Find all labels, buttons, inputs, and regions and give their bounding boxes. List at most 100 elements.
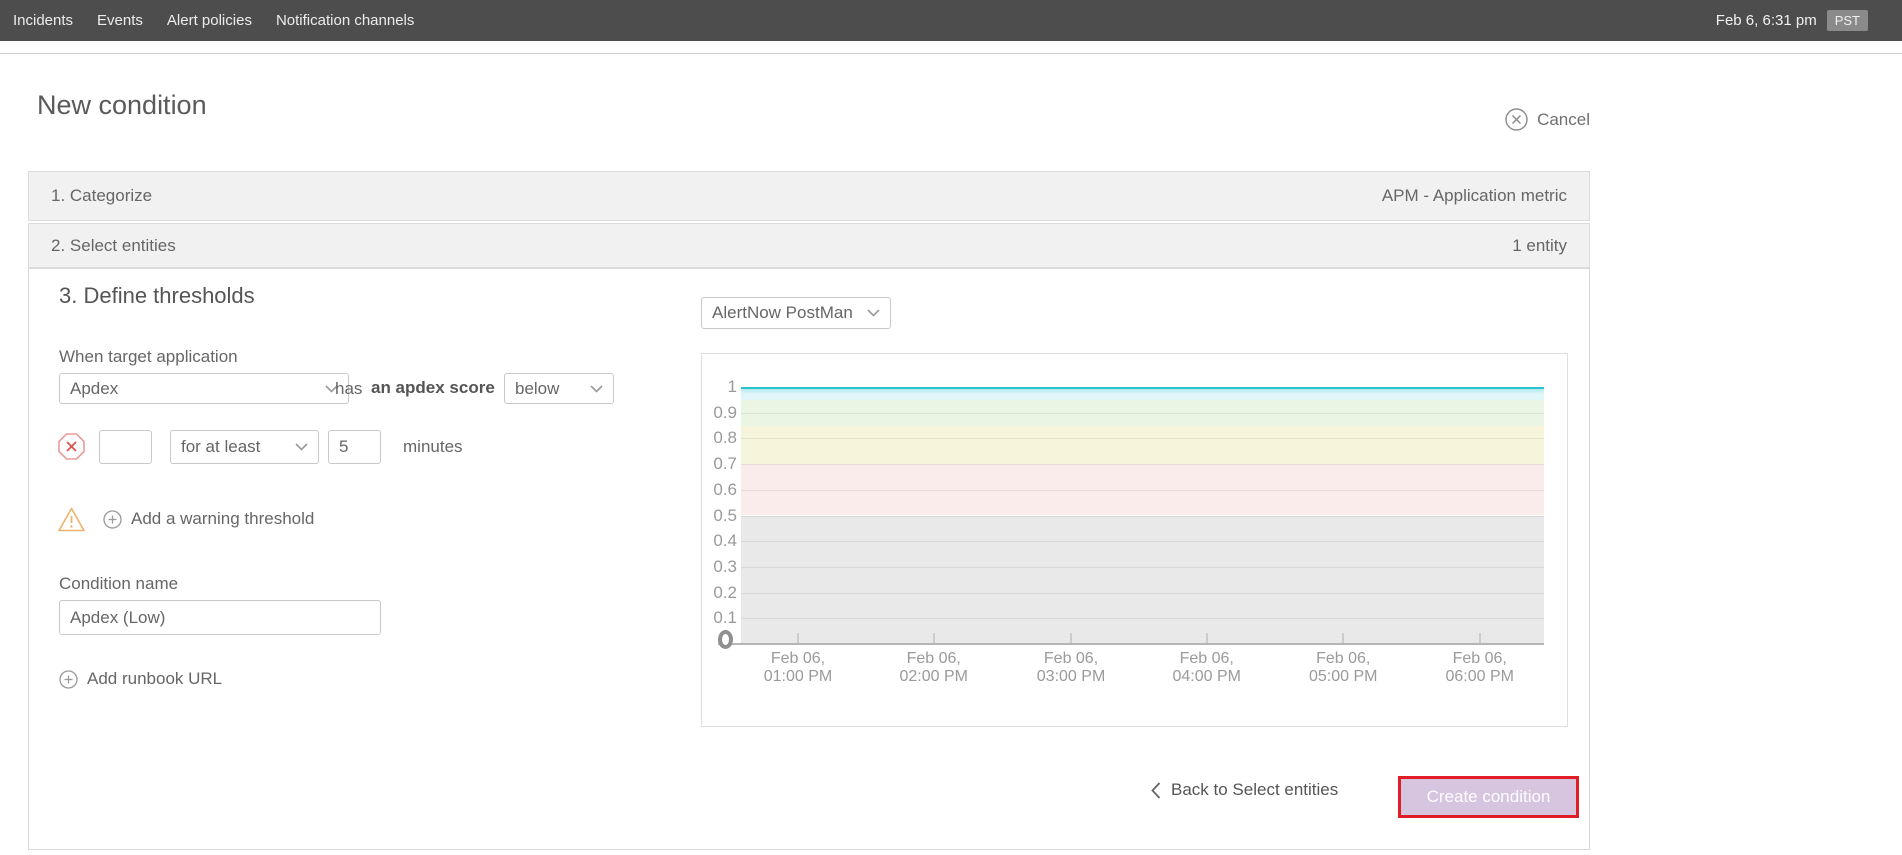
chevron-down-icon bbox=[295, 443, 308, 451]
grid-line bbox=[741, 413, 1544, 414]
section-heading: 3. Define thresholds bbox=[59, 283, 255, 309]
cancel-label: Cancel bbox=[1537, 110, 1590, 130]
entity-select-value: AlertNow PostMan bbox=[712, 303, 853, 323]
nav-item-alert-policies[interactable]: Alert policies bbox=[167, 12, 252, 29]
target-application-label: When target application bbox=[59, 347, 238, 367]
x-tick-label-line: Feb 06, bbox=[743, 650, 853, 668]
plus-circle-icon bbox=[103, 510, 122, 529]
x-tick-label: Feb 06,03:00 PM bbox=[1016, 650, 1126, 686]
y-tick-label: 0.9 bbox=[702, 403, 737, 423]
apdex-score-label: an apdex score bbox=[371, 378, 495, 398]
define-thresholds-panel: 3. Define thresholds When target applica… bbox=[28, 268, 1590, 850]
add-runbook-url-label: Add runbook URL bbox=[87, 669, 222, 689]
y-tick-label: 0.7 bbox=[702, 454, 737, 474]
nav-clock: Feb 6, 6:31 pm PST bbox=[1716, 10, 1868, 31]
condition-name-input[interactable] bbox=[59, 600, 381, 635]
grid-line bbox=[741, 618, 1544, 619]
back-to-select-entities-link[interactable]: Back to Select entities bbox=[1151, 780, 1338, 800]
x-tick-label: Feb 06,01:00 PM bbox=[743, 650, 853, 686]
step-select-entities-value: 1 entity bbox=[1512, 236, 1567, 256]
x-tick-label-line: 01:00 PM bbox=[743, 668, 853, 686]
add-warning-threshold-button[interactable]: Add a warning threshold bbox=[103, 509, 314, 529]
x-tick-label-line: 05:00 PM bbox=[1288, 668, 1398, 686]
current-time: Feb 6, 6:31 pm bbox=[1716, 12, 1817, 29]
threshold-band bbox=[741, 426, 1544, 465]
y-tick-label: 0.3 bbox=[702, 557, 737, 577]
plot-area bbox=[741, 387, 1544, 644]
step-select-entities[interactable]: 2. Select entities 1 entity bbox=[28, 223, 1590, 268]
x-tick-label-line: Feb 06, bbox=[1152, 650, 1262, 668]
grid-line bbox=[741, 464, 1544, 465]
x-tick-label: Feb 06,02:00 PM bbox=[879, 650, 989, 686]
top-navbar: Incidents Events Alert policies Notifica… bbox=[0, 0, 1902, 41]
entity-select[interactable]: AlertNow PostMan bbox=[701, 297, 891, 329]
step-categorize-label: 1. Categorize bbox=[51, 186, 152, 206]
create-condition-button[interactable]: Create condition bbox=[1401, 779, 1576, 815]
plus-circle-icon bbox=[59, 670, 78, 689]
condition-name-label: Condition name bbox=[59, 574, 178, 594]
close-circle-icon bbox=[1505, 108, 1528, 131]
create-condition-highlight: Create condition bbox=[1398, 776, 1579, 818]
x-tick-label: Feb 06,05:00 PM bbox=[1288, 650, 1398, 686]
x-tick-mark bbox=[1479, 633, 1481, 643]
has-label: has bbox=[335, 379, 362, 399]
grid-line bbox=[741, 593, 1544, 594]
x-axis-line bbox=[718, 643, 1544, 645]
x-tick-mark bbox=[933, 633, 935, 643]
x-tick-label-line: 03:00 PM bbox=[1016, 668, 1126, 686]
chevron-down-icon bbox=[867, 309, 880, 317]
x-tick-label-line: 04:00 PM bbox=[1152, 668, 1262, 686]
grid-line bbox=[741, 516, 1544, 517]
duration-minutes-input[interactable] bbox=[328, 430, 381, 464]
main-content: New condition Cancel 1. Categorize APM -… bbox=[28, 54, 1590, 855]
duration-operator-select[interactable]: for at least bbox=[170, 430, 319, 464]
y-tick-label: 0.1 bbox=[702, 608, 737, 628]
page-title: New condition bbox=[37, 90, 207, 121]
critical-threshold-value-input[interactable] bbox=[99, 430, 152, 464]
x-tick-mark bbox=[1070, 633, 1072, 643]
minutes-label: minutes bbox=[403, 437, 463, 457]
nav-item-incidents[interactable]: Incidents bbox=[13, 12, 73, 29]
timezone-badge[interactable]: PST bbox=[1827, 10, 1868, 31]
x-tick-mark bbox=[797, 633, 799, 643]
grid-line bbox=[741, 541, 1544, 542]
add-runbook-url-button[interactable]: Add runbook URL bbox=[59, 669, 222, 689]
step-categorize-value: APM - Application metric bbox=[1382, 186, 1567, 206]
x-tick-label: Feb 06,04:00 PM bbox=[1152, 650, 1262, 686]
nav-item-events[interactable]: Events bbox=[97, 12, 143, 29]
add-warning-threshold-label: Add a warning threshold bbox=[131, 509, 314, 529]
back-to-select-entities-label: Back to Select entities bbox=[1171, 780, 1338, 800]
grid-line bbox=[741, 490, 1544, 491]
x-tick-label-line: Feb 06, bbox=[1288, 650, 1398, 668]
critical-threshold-icon bbox=[57, 432, 86, 461]
step-categorize[interactable]: 1. Categorize APM - Application metric bbox=[28, 171, 1590, 221]
x-tick-mark bbox=[1206, 633, 1208, 643]
step-select-entities-label: 2. Select entities bbox=[51, 236, 176, 256]
threshold-band bbox=[741, 516, 1544, 645]
x-tick-label-line: 02:00 PM bbox=[879, 668, 989, 686]
nav-item-notification-channels[interactable]: Notification channels bbox=[276, 12, 414, 29]
y-tick-label: 0.8 bbox=[702, 428, 737, 448]
duration-operator-value: for at least bbox=[181, 437, 260, 457]
x-tick-label-line: Feb 06, bbox=[879, 650, 989, 668]
y-tick-label: 0.2 bbox=[702, 583, 737, 603]
grid-line bbox=[741, 438, 1544, 439]
y-tick-label: 0.5 bbox=[702, 506, 737, 526]
grid-line bbox=[741, 567, 1544, 568]
operator-select-value: below bbox=[515, 379, 559, 399]
y-tick-label: 0.4 bbox=[702, 531, 737, 551]
x-tick-label-line: 06:00 PM bbox=[1425, 668, 1535, 686]
y-tick-label: 0.6 bbox=[702, 480, 737, 500]
metric-line bbox=[741, 387, 1544, 389]
cancel-button[interactable]: Cancel bbox=[1505, 108, 1590, 131]
operator-select[interactable]: below bbox=[504, 373, 614, 404]
x-tick-label-line: Feb 06, bbox=[1425, 650, 1535, 668]
y-tick-label: 1 bbox=[702, 377, 737, 397]
x-tick-label: Feb 06,06:00 PM bbox=[1425, 650, 1535, 686]
metric-select-value: Apdex bbox=[70, 379, 118, 399]
metric-select[interactable]: Apdex bbox=[59, 373, 349, 404]
x-tick-label-line: Feb 06, bbox=[1016, 650, 1126, 668]
chevron-left-icon bbox=[1151, 782, 1161, 799]
nav-menu: Incidents Events Alert policies Notifica… bbox=[13, 12, 414, 29]
threshold-handle[interactable] bbox=[718, 630, 733, 649]
